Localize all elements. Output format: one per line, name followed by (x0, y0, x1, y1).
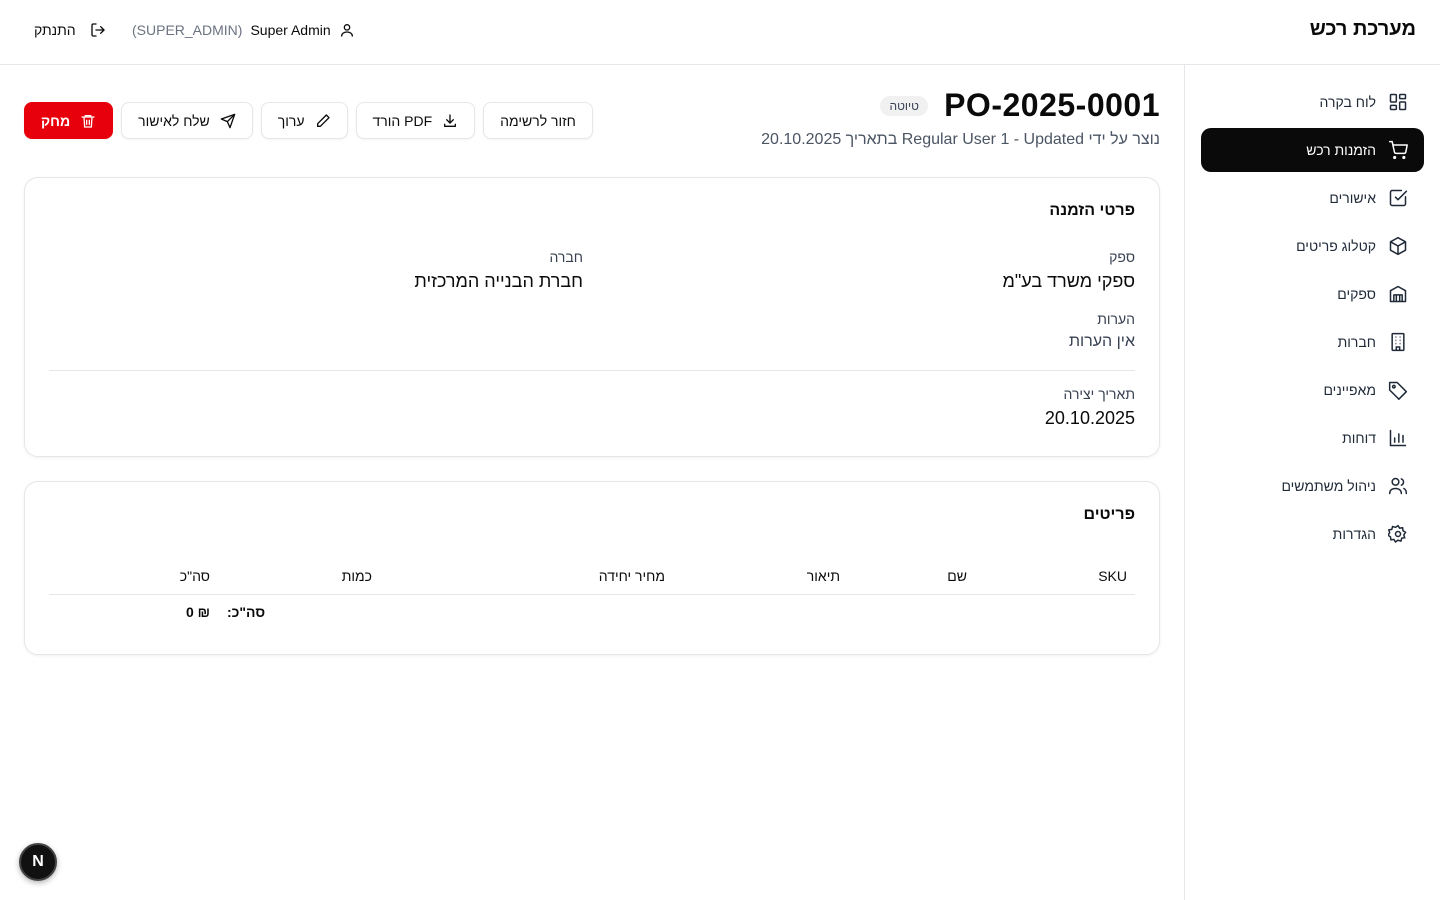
logout-button[interactable]: התנתק (34, 22, 106, 38)
status-badge: טיוטה (880, 96, 928, 116)
user-icon (339, 22, 355, 38)
sidebar-item-approvals[interactable]: אישורים (1201, 176, 1424, 220)
sidebar-item-dashboard[interactable]: לוח בקרה (1201, 80, 1424, 124)
sidebar-item-purchase-orders[interactable]: הזמנות רכש (1201, 128, 1424, 172)
edit-label: ערוך (277, 112, 305, 129)
download-pdf-button[interactable]: הורד PDF (355, 102, 476, 139)
total-label: סה"כ: (227, 604, 266, 620)
edit-button[interactable]: ערוך (260, 102, 348, 139)
created-date-value: 20.10.2025 (1044, 408, 1135, 428)
card-title: פרטי הזמנה (1049, 202, 1135, 219)
check-square-icon (1388, 188, 1408, 208)
send-for-approval-button[interactable]: שלח לאישור (121, 102, 253, 139)
delete-button[interactable]: מחק (24, 102, 114, 139)
send-label: שלח לאישור (138, 112, 210, 129)
back-to-list-button[interactable]: חזור לרשימה (483, 102, 593, 139)
user-role: (SUPER_ADMIN) (132, 22, 243, 38)
column-header-name: שם (947, 568, 967, 584)
supplier-label: ספק (1109, 249, 1135, 265)
sidebar-item-companies[interactable]: חברות (1201, 320, 1424, 364)
sidebar-item-catalog[interactable]: קטלוג פריטים (1201, 224, 1424, 268)
divider (49, 370, 1135, 371)
sidebar-item-label: אישורים (1329, 190, 1376, 206)
package-icon (1388, 236, 1408, 256)
warehouse-icon (1388, 284, 1408, 304)
company-value: חברת הבנייה המרכזית (414, 271, 583, 291)
trash-icon (80, 113, 96, 129)
supplier-value: ספקי משרד בע"מ (1002, 271, 1135, 291)
back-label: חזור לרשימה (500, 112, 576, 129)
bar-chart-icon (1388, 428, 1408, 448)
sidebar-item-label: חברות (1337, 334, 1376, 350)
top-bar: מערכת רכש (SUPER_ADMIN) Super Admin התנת… (0, 0, 1440, 65)
logout-label: התנתק (34, 22, 76, 38)
download-icon (442, 113, 458, 129)
total-value: ₪ 0 (186, 604, 211, 620)
sidebar-item-reports[interactable]: דוחות (1201, 416, 1424, 460)
sidebar-item-attributes[interactable]: מאפיינים (1201, 368, 1424, 412)
nextjs-dev-badge[interactable]: N (19, 843, 57, 881)
sidebar-item-label: ניהול משתמשים (1281, 478, 1376, 494)
order-details-card: פרטי הזמנה ספק ספקי משרד בע"מ חברה חברת … (24, 177, 1160, 457)
sidebar-item-users[interactable]: ניהול משתמשים (1201, 464, 1424, 508)
users-icon (1388, 476, 1408, 496)
user-info: (SUPER_ADMIN) Super Admin (132, 22, 355, 38)
building-icon (1388, 332, 1408, 352)
column-header-sku: SKU (1098, 568, 1127, 584)
sidebar-item-label: קטלוג פריטים (1296, 238, 1376, 254)
action-bar: מחק שלח לאישור ערוך הורד PDF חזור לרשימה (24, 102, 593, 139)
sidebar-item-label: דוחות (1342, 430, 1376, 446)
created-date-label: תאריך יצירה (1063, 386, 1135, 402)
sidebar-item-label: הגדרות (1332, 526, 1376, 542)
sidebar-item-settings[interactable]: הגדרות (1201, 512, 1424, 556)
send-icon (220, 113, 236, 129)
sidebar-item-label: ספקים (1337, 286, 1376, 302)
gear-icon (1388, 524, 1408, 544)
company-label: חברה (549, 249, 583, 265)
dashboard-icon (1388, 92, 1408, 112)
app-title: מערכת רכש (1309, 18, 1416, 40)
sidebar: לוח בקרה הזמנות רכש אישורים קטלוג פריטים… (1184, 65, 1440, 900)
sidebar-item-suppliers[interactable]: ספקים (1201, 272, 1424, 316)
logout-icon (90, 22, 106, 38)
page-title: PO-2025-0001 (944, 87, 1160, 123)
notes-value: אין הערות (1068, 333, 1135, 350)
sidebar-item-label: מאפיינים (1323, 382, 1376, 398)
created-by-line: נוצר על ידי Regular User 1 - Updated בתא… (761, 131, 1160, 148)
column-header-total: סה"כ (179, 568, 210, 584)
column-header-unit-price: מחיר יחידה (598, 568, 665, 584)
column-header-description: תיאור (806, 568, 840, 584)
sidebar-item-label: הזמנות רכש (1306, 142, 1376, 158)
pdf-label: הורד PDF (372, 112, 433, 129)
column-header-quantity: כמות (341, 568, 372, 584)
card-title: פריטים (1083, 506, 1135, 523)
notes-label: הערות (1097, 311, 1135, 327)
user-name: Super Admin (250, 22, 331, 38)
tag-icon (1388, 380, 1408, 400)
sidebar-item-label: לוח בקרה (1319, 94, 1376, 110)
pencil-icon (315, 113, 331, 129)
items-card: פריטים SKU שם תיאור מחיר יחידה כמות סה"כ… (24, 481, 1160, 655)
delete-label: מחק (41, 112, 71, 129)
shopping-cart-icon (1388, 140, 1408, 160)
table-header-divider (49, 594, 1135, 595)
